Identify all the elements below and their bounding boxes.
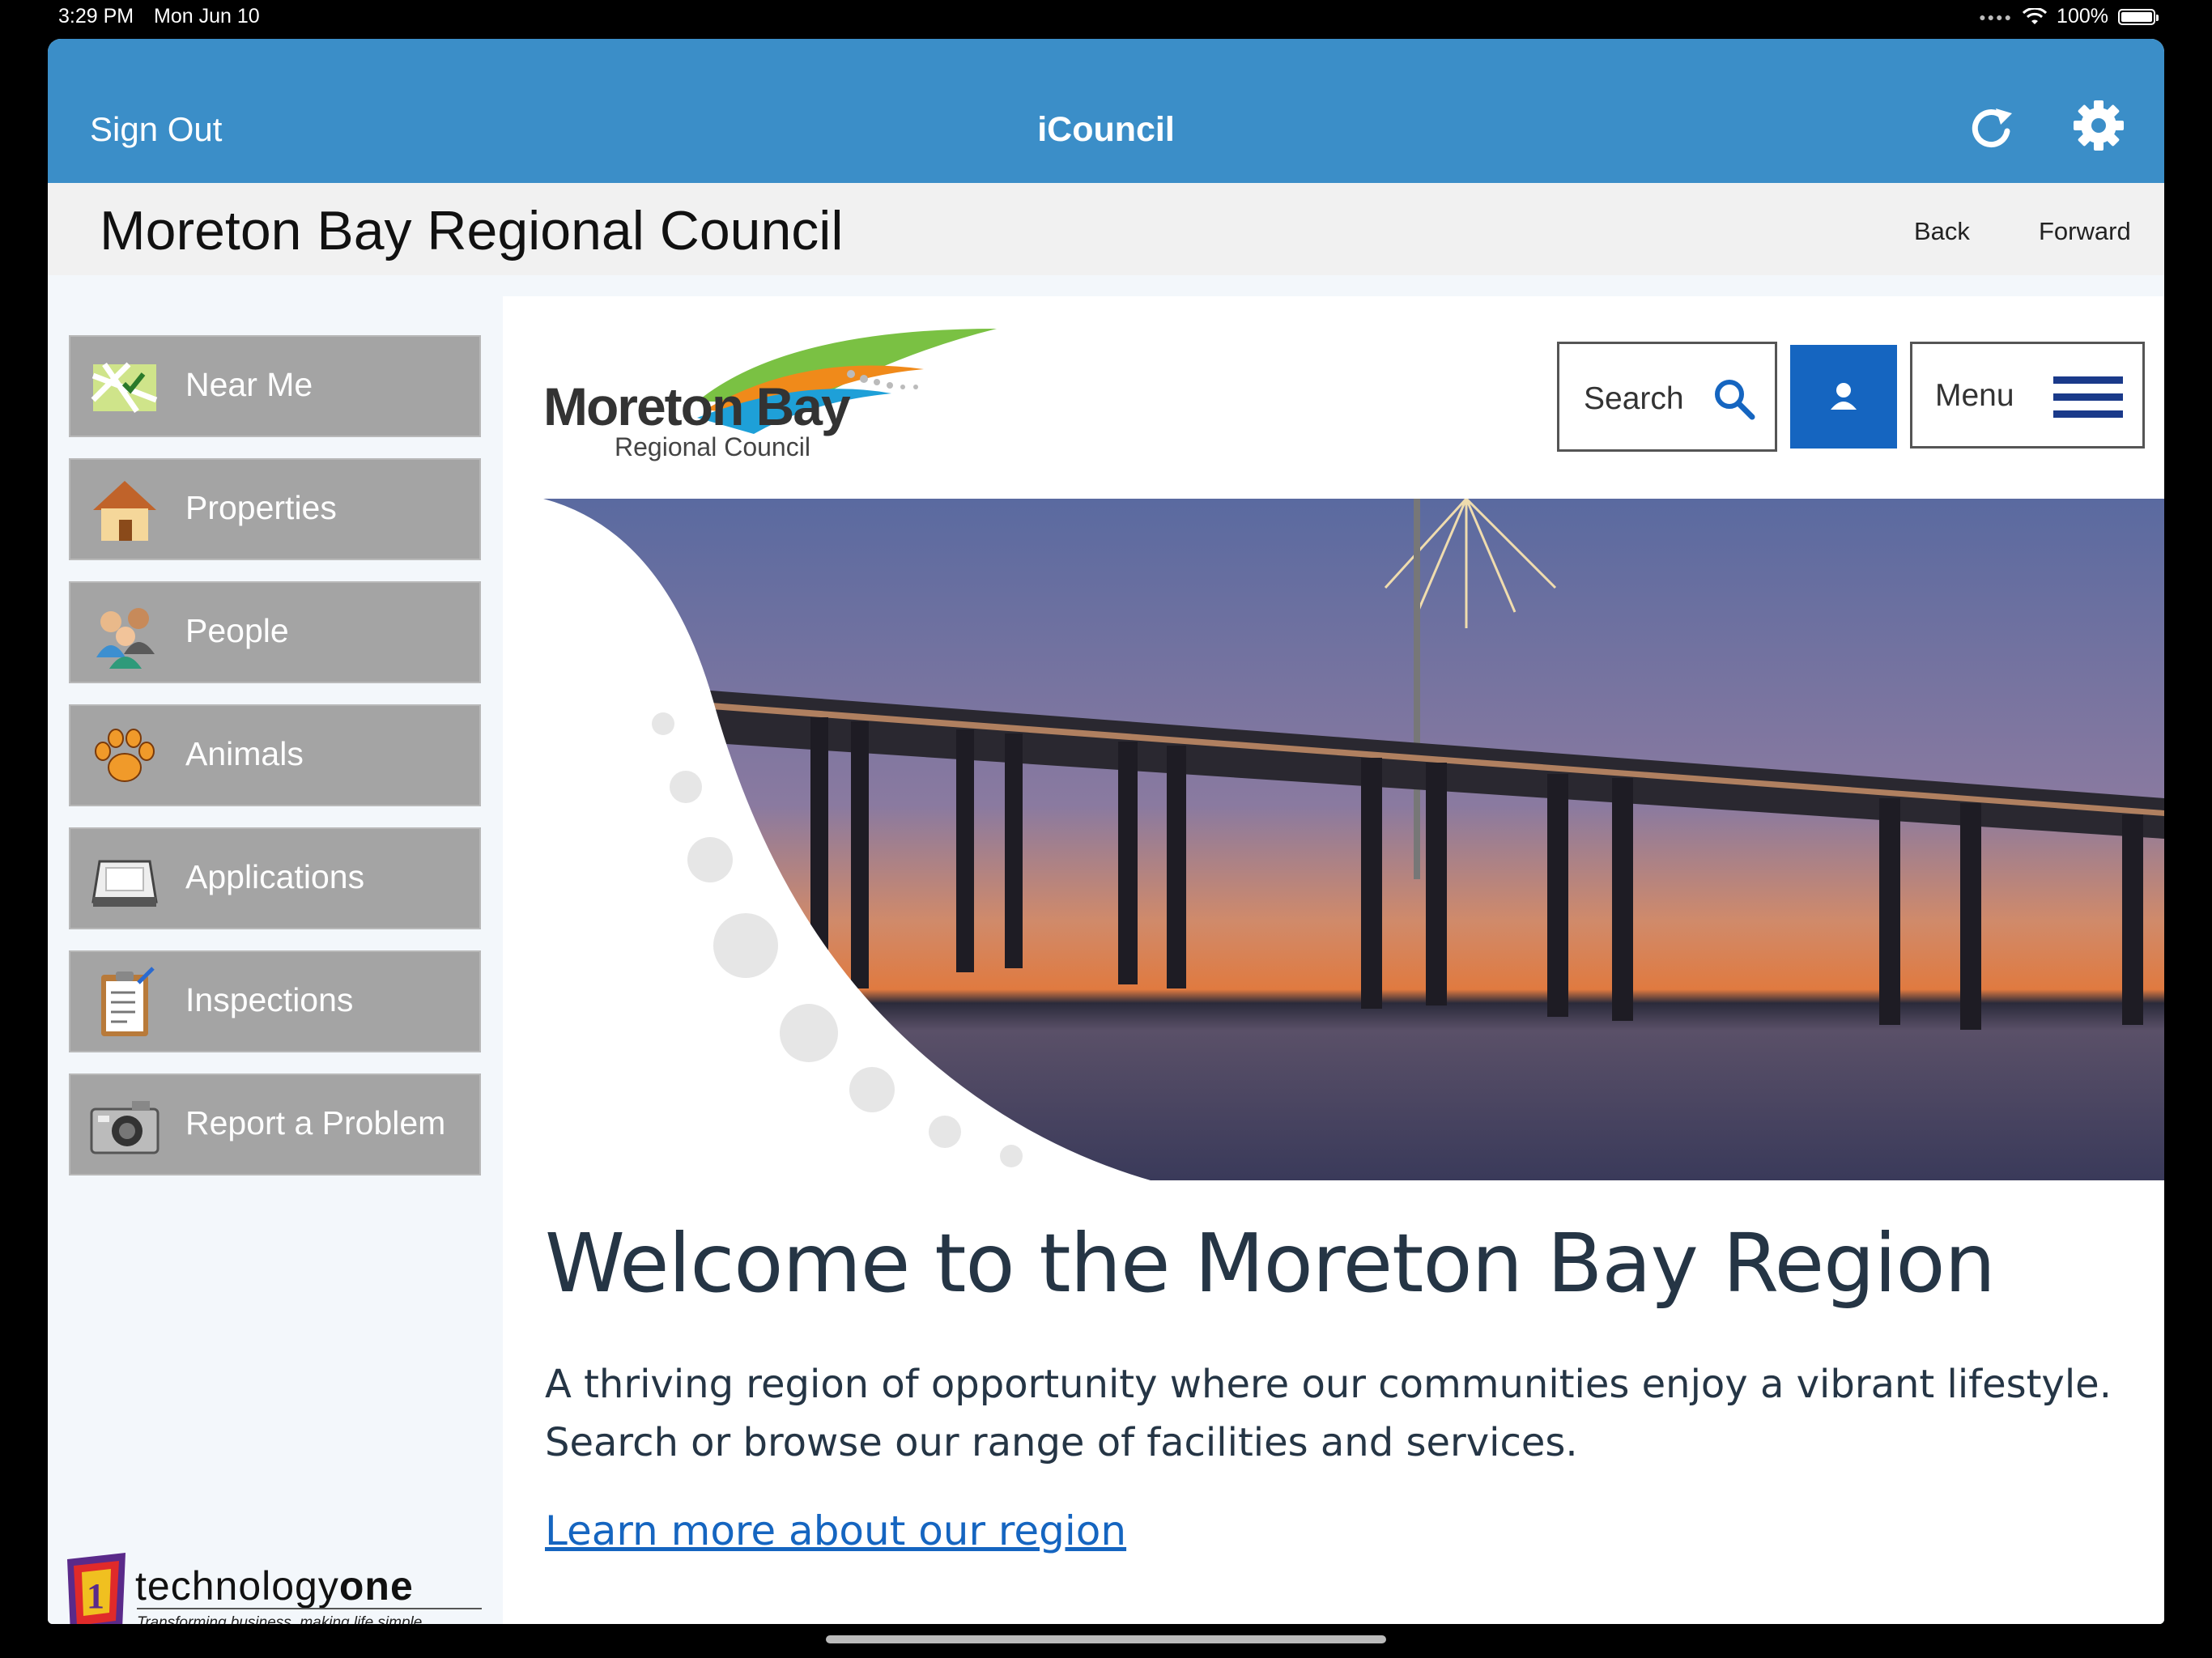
account-button[interactable] [1790,345,1897,449]
search-label: Search [1584,381,1684,416]
refresh-icon[interactable] [1967,102,2018,154]
technologyone-mark-icon: 1 [67,1553,125,1624]
user-icon [1831,383,1857,410]
sidebar-item-label: Report a Problem [185,1104,446,1141]
sidebar-item-applications[interactable]: Applications [69,827,481,929]
svg-text:1: 1 [87,1576,104,1616]
hero-image-jetty-sunset [503,499,2164,1180]
battery-percent: 100% [2057,5,2108,28]
status-indicators: ●●●● 100% [1979,5,2159,28]
camera-icon [90,1101,160,1154]
forward-button[interactable]: Forward [2039,217,2131,246]
navigation-bar: Sign Out iCouncil [48,39,2164,183]
learn-more-link[interactable]: Learn more about our region [545,1507,1126,1554]
moreton-bay-logo[interactable]: Moreton Bay Regional Council [543,321,1029,483]
back-button[interactable]: Back [1914,217,1970,246]
status-date: Mon Jun 10 [154,5,260,28]
gear-icon[interactable] [2072,99,2125,152]
people-icon [96,608,155,669]
status-time: 3:29 PM [58,5,134,28]
search-icon [1715,380,1755,420]
web-content: Moreton Bay Regional Council Search Menu [503,296,2164,1624]
sidebar-item-report-a-problem[interactable]: Report a Problem [69,1073,481,1175]
sidebar-item-label: Inspections [185,981,354,1018]
sidebar-item-label: Animals [185,735,304,772]
app-title: iCouncil [1037,110,1175,149]
technologyone-tagline: Transforming business, making life simpl… [137,1614,423,1624]
logo-subtitle: Regional Council [615,432,810,461]
sidebar-item-label: People [185,612,289,649]
map-icon [91,362,158,413]
divider [137,1608,482,1609]
technologyone-logo: 1 technologyone Transforming business, m… [62,1551,483,1624]
sidebar-item-properties[interactable]: Properties [69,458,481,560]
status-bar: 3:29 PM Mon Jun 10 ●●●● 100% [0,0,2212,36]
sidebar-item-inspections[interactable]: Inspections [69,950,481,1052]
intro-paragraph: A thriving region of opportunity where o… [545,1362,2112,1465]
sidebar-item-people[interactable]: People [69,581,481,683]
sidebar-item-label: Applications [185,858,365,895]
wifi-icon [2023,7,2048,24]
sidebar-item-label: Properties [185,489,337,526]
hamburger-icon [2053,376,2123,418]
site-menu-button[interactable]: Menu [1910,342,2145,449]
tray-icon [91,860,158,907]
welcome-heading: Welcome to the Moreton Bay Region [545,1216,1996,1311]
house-icon [93,481,156,541]
sidebar: Near Me Properties People Animals Applic… [48,275,501,1624]
technologyone-brand: technologyone [135,1563,414,1609]
sidebar-item-near-me[interactable]: Near Me [69,335,481,437]
clipboard-icon [101,967,155,1036]
paw-icon [95,729,155,782]
sidebar-item-label: Near Me [185,366,313,403]
logo-title: Moreton Bay [543,376,851,436]
council-name: Moreton Bay Regional Council [100,200,844,261]
home-indicator[interactable] [826,1635,1386,1643]
multitask-dots-icon: ●●●● [1979,10,2014,23]
sidebar-item-animals[interactable]: Animals [69,704,481,806]
council-header: Moreton Bay Regional Council Back Forwar… [48,183,2164,275]
site-search-button[interactable]: Search [1557,342,1777,452]
menu-label: Menu [1935,378,2014,413]
battery-icon [2118,8,2159,25]
app-window: Sign Out iCouncil Moreton Bay Regional C… [48,39,2164,1624]
